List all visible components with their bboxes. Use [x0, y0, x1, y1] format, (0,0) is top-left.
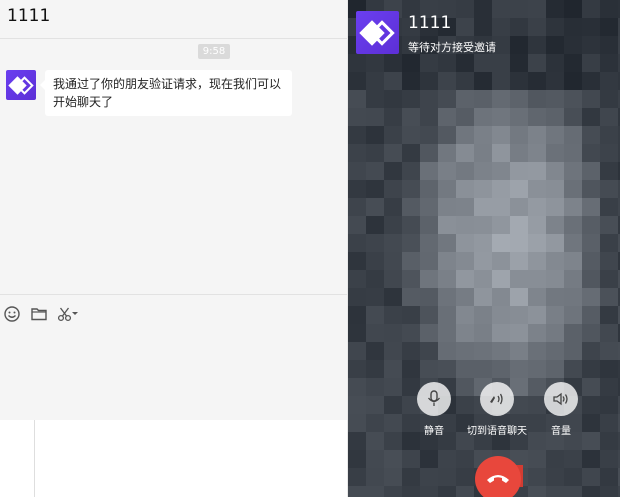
message-timestamp: 9:58	[198, 44, 230, 59]
message-bubble[interactable]: 我通过了你的朋友验证请求，现在我们可以 开始聊天了	[40, 70, 292, 116]
hangup-phone-icon	[487, 475, 509, 483]
emoji-icon[interactable]	[3, 305, 21, 323]
chat-title: 1111	[7, 6, 51, 26]
switch-to-voice-label: 切到语音聊天	[467, 426, 527, 437]
folder-icon[interactable]	[30, 305, 48, 323]
side-list-fragment	[0, 420, 347, 497]
caret-down-icon[interactable]	[72, 312, 78, 315]
message-text-line: 我通过了你的朋友验证请求，现在我们可以	[53, 77, 282, 91]
mute-button[interactable]	[417, 382, 451, 416]
switch-to-voice-button[interactable]	[480, 382, 514, 416]
caller-name: 1111	[408, 13, 452, 33]
microphone-icon	[427, 390, 441, 406]
volume-label: 音量	[551, 426, 571, 437]
mute-label: 静音	[424, 426, 444, 437]
divider	[34, 420, 35, 497]
chat-pane: 1111 9:58 我通过了你的朋友验证请求，现在我们可以 开始聊天了	[0, 0, 347, 420]
video-call-window: 1111 等待对方接受邀请 静音 切到语音聊天 音量	[348, 0, 620, 497]
call-status: 等待对方接受邀请	[408, 41, 496, 54]
input-divider	[0, 294, 347, 295]
volume-button[interactable]	[544, 382, 578, 416]
message-text-line: 开始聊天了	[53, 95, 114, 109]
contact-avatar[interactable]	[6, 70, 36, 100]
voice-switch-icon	[490, 393, 503, 405]
caller-avatar	[356, 11, 399, 54]
speaker-icon	[553, 392, 568, 406]
divider	[0, 38, 347, 39]
hangup-button[interactable]	[475, 456, 521, 497]
